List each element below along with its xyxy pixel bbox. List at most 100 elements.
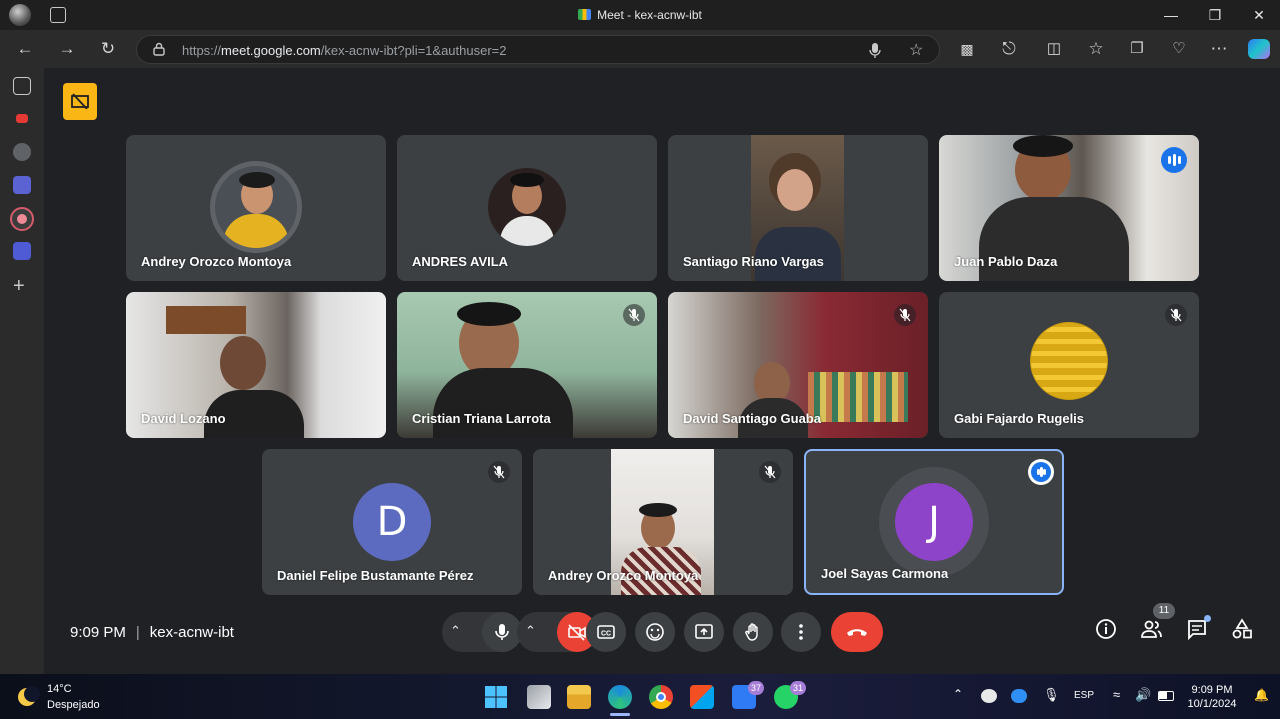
avatar-initial: D [376, 499, 408, 545]
captions-button[interactable]: CC [586, 612, 626, 652]
whatsapp-icon[interactable]: 31 [774, 681, 806, 709]
participant-tile[interactable]: Andrey Orozco Montoya [126, 135, 386, 281]
meeting-time: 9:09 PM [70, 624, 126, 641]
refresh-button[interactable]: ↻ [97, 38, 119, 60]
volume-icon[interactable]: 🔊 [1135, 687, 1151, 702]
browser-essentials-icon[interactable]: ♡ [1168, 38, 1190, 60]
participant-tile[interactable]: David Lozano [126, 292, 386, 438]
weather-widget[interactable]: 14°C Despejado [14, 682, 124, 714]
activities-button[interactable] [1231, 618, 1257, 644]
more-menu-icon[interactable]: ⋯ [1208, 38, 1230, 60]
people-button[interactable]: 11 [1140, 603, 1175, 644]
browser-toolbar: ← → ↻ https://meet.google.com/kex-acnw-i… [0, 30, 1280, 68]
show-hidden-icons-chevron[interactable]: ⌃ [953, 687, 969, 701]
participant-tile[interactable]: Gabi Fajardo Rugelis [939, 292, 1199, 438]
favorite-star-icon[interactable]: ☆ [909, 40, 923, 60]
chat-notification-dot [1204, 615, 1211, 622]
speaking-indicator-icon [1161, 147, 1187, 173]
windows-taskbar: 14°C Despejado 37 31 ⌃ 🎙 ESP ≈ 🔊 9:09 PM… [0, 674, 1280, 719]
present-icon [695, 624, 713, 639]
battery-icon[interactable] [1158, 691, 1174, 701]
microphone-icon[interactable] [869, 43, 881, 58]
video-options-chevron-icon[interactable]: ⌃ [525, 623, 536, 639]
no-video-icon [71, 93, 89, 109]
copilot-icon[interactable] [1248, 39, 1270, 59]
app-icon-2[interactable] [13, 176, 31, 194]
raise-hand-button[interactable] [733, 612, 773, 652]
people-icon [1141, 620, 1162, 638]
window-title: Meet - kex-acnw-ibt [0, 8, 1280, 22]
participant-name: ANDRES AVILA [412, 254, 509, 269]
participant-avatar [488, 167, 566, 246]
recording-off-badge[interactable] [63, 83, 97, 120]
participant-tile-active-speaker[interactable]: J Joel Sayas Carmona [804, 449, 1064, 595]
url-text[interactable]: https://meet.google.com/kex-acnw-ibt?pli… [182, 43, 507, 58]
participant-avatar [210, 160, 302, 253]
info-icon [1096, 619, 1116, 639]
collections-icon[interactable]: ❐ [1126, 38, 1148, 60]
url-path: /kex-acnw-ibt?pli=1&authuser=2 [320, 43, 507, 58]
more-options-button[interactable] [781, 612, 821, 652]
chat-button[interactable] [1186, 615, 1212, 644]
minimize-button[interactable]: — [1162, 6, 1180, 24]
address-bar[interactable]: https://meet.google.com/kex-acnw-ibt?pli… [136, 35, 940, 64]
language-indicator[interactable]: ESP [1074, 690, 1094, 701]
forward-button[interactable]: → [56, 38, 78, 60]
app-icon-1[interactable] [13, 143, 31, 161]
participant-name: Gabi Fajardo Rugelis [954, 411, 1085, 426]
meeting-details-button[interactable] [1095, 618, 1121, 644]
outlook-icon[interactable]: 37 [732, 681, 764, 709]
notifications-bell-icon[interactable]: 🔔 [1254, 688, 1270, 702]
more-vert-icon [799, 624, 803, 640]
chrome-icon[interactable] [649, 685, 673, 709]
split-screen-icon[interactable]: ◫ [1043, 38, 1065, 60]
meeting-info-separator: | [135, 624, 140, 641]
add-sidebar-app-icon[interactable]: + [13, 275, 25, 298]
participant-tile[interactable]: Juan Pablo Daza [939, 135, 1199, 281]
muted-mic-icon [759, 461, 781, 483]
reactions-button[interactable] [635, 612, 675, 652]
maximize-button[interactable]: ❐ [1206, 6, 1224, 24]
microphone-button[interactable] [482, 612, 522, 652]
participant-name: Daniel Felipe Bustamante Pérez [277, 568, 474, 583]
participant-tile[interactable]: Santiago Riano Vargas [668, 135, 928, 281]
youtube-icon[interactable] [13, 110, 31, 128]
file-explorer-icon[interactable] [567, 685, 591, 709]
microsoft-store-icon[interactable] [690, 685, 714, 709]
app-icon-3[interactable] [13, 242, 31, 260]
participant-name: Joel Sayas Carmona [821, 566, 949, 581]
cloud-sync-icon[interactable] [981, 689, 997, 703]
close-button[interactable]: ✕ [1250, 6, 1268, 24]
extension-icon[interactable]: ▩ [956, 38, 978, 60]
meeting-info: 9:09 PM | kex-acnw-ibt [70, 624, 234, 641]
start-menu-button[interactable] [484, 685, 508, 709]
participant-tile[interactable]: David Santiago Guaba [668, 292, 928, 438]
extensions-puzzle-icon[interactable]: ⎋ [998, 38, 1020, 60]
meet-controls-bar: 9:09 PM | kex-acnw-ibt ⌃ ⌃ CC 11 [48, 603, 1280, 664]
tab-actions-icon[interactable] [13, 77, 31, 95]
muted-mic-icon [1165, 304, 1187, 326]
microphone-in-use-icon[interactable]: 🎙 [1043, 687, 1060, 702]
leave-call-button[interactable] [831, 612, 883, 652]
lock-icon [153, 42, 165, 56]
present-screen-button[interactable] [684, 612, 724, 652]
meet-stage: Andrey Orozco Montoya ANDRES AVILA Santi… [48, 68, 1280, 674]
audio-options-chevron-icon[interactable]: ⌃ [450, 623, 461, 639]
participant-tile[interactable]: ANDRES AVILA [397, 135, 657, 281]
back-button[interactable]: ← [14, 38, 36, 60]
edge-browser-icon[interactable] [608, 685, 632, 716]
url-prefix: https:// [182, 43, 222, 58]
system-clock[interactable]: 9:09 PM 10/1/2024 [1182, 683, 1242, 711]
record-icon[interactable] [10, 207, 34, 231]
end-call-icon [847, 629, 867, 636]
participant-tile[interactable]: D Daniel Felipe Bustamante Pérez [262, 449, 522, 595]
favorites-icon[interactable]: ☆ [1085, 38, 1107, 60]
task-view-icon[interactable] [527, 685, 551, 709]
captions-icon: CC [597, 625, 615, 639]
participant-tile[interactable]: Andrey Orozco Montoya [533, 449, 793, 595]
clock-time: 9:09 PM [1191, 684, 1233, 696]
emoji-icon [646, 623, 664, 641]
participant-tile[interactable]: Cristian Triana Larrota [397, 292, 657, 438]
wifi-icon[interactable]: ≈ [1113, 687, 1129, 702]
onedrive-icon[interactable] [1011, 689, 1027, 703]
